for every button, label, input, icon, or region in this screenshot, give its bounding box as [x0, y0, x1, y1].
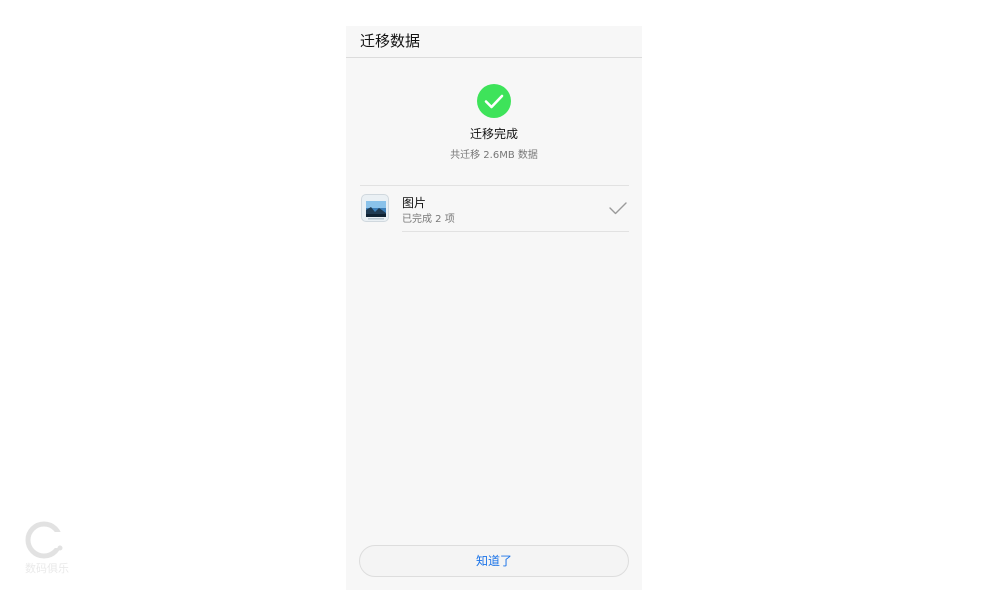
list-item[interactable]: 图片 已完成 2 项	[360, 186, 629, 232]
ok-button[interactable]: 知道了	[359, 545, 629, 577]
page-title: 迁移数据	[360, 32, 421, 50]
status-title: 迁移完成	[469, 127, 518, 141]
app-header: 迁移数据	[346, 26, 642, 58]
checkmark-circle-icon	[477, 84, 511, 118]
migration-screen: 迁移数据 迁移完成 共迁移 2.6MB 数据 图片 已完成 2 项 知道了	[346, 26, 642, 590]
divider	[402, 231, 629, 232]
checkmark-icon	[608, 198, 628, 218]
item-detail: 已完成 2 项	[402, 214, 455, 225]
item-label: 图片	[402, 196, 427, 210]
watermark-logo-icon	[25, 521, 64, 559]
gallery-icon	[361, 194, 389, 222]
watermark-text: 数码俱乐	[25, 562, 69, 575]
status-subtitle: 共迁移 2.6MB 数据	[450, 150, 538, 161]
watermark-logo: 数码俱乐	[14, 518, 80, 578]
